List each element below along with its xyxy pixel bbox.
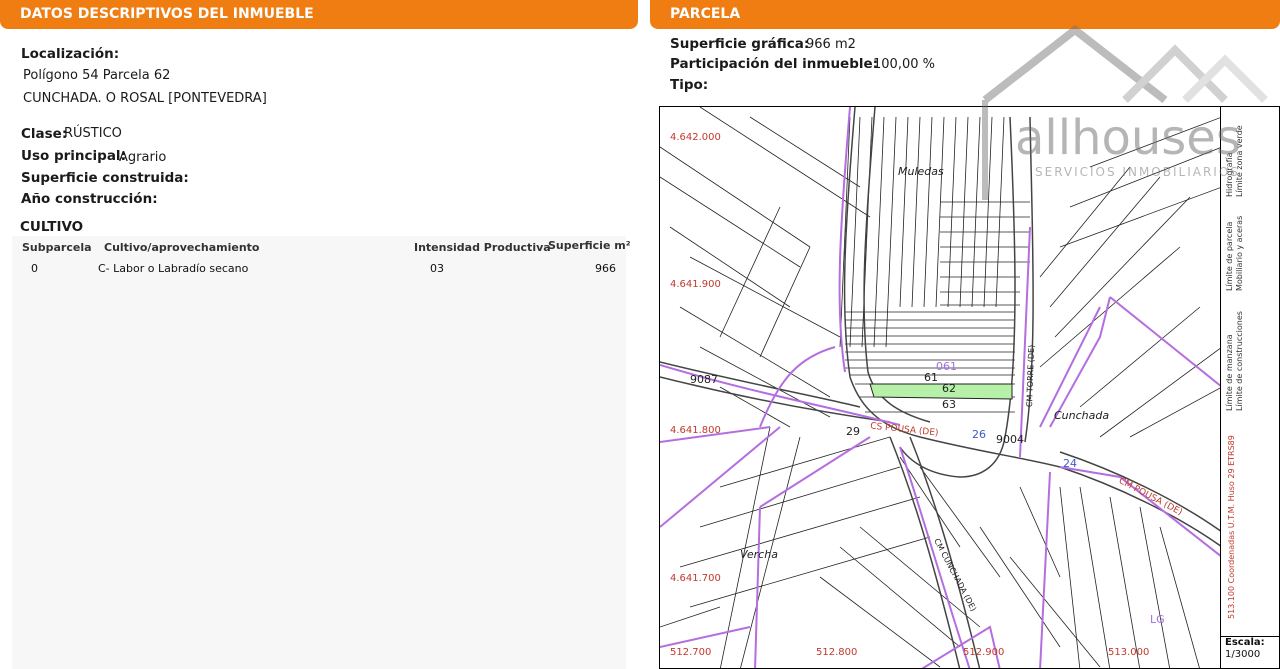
row0-superficie: 966	[595, 262, 616, 275]
localizacion-line1: Polígono 54 Parcela 62	[23, 68, 171, 83]
participacion-value: 100,00 %	[873, 57, 935, 72]
localizacion-label: Localización:	[21, 46, 120, 62]
legend-coord-system: 513.100 Coordenadas U.T.M. Huso 29 ETRS8…	[1227, 435, 1236, 619]
uso-principal-value: Agrario	[119, 150, 167, 165]
coord-y-2: 4.641.900	[670, 279, 721, 290]
parcel-24: 24	[1063, 457, 1077, 470]
descriptive-data-header: DATOS DESCRIPTIVOS DEL INMUEBLE	[0, 0, 638, 29]
cultivo-table	[12, 236, 626, 669]
cultivo-title: CULTIVO	[20, 219, 84, 235]
coord-y-3: 4.641.800	[670, 425, 721, 436]
map-legend: Hidrografía Límite zona verde Límite de …	[1221, 106, 1280, 669]
coord-x-1: 512.700	[670, 647, 712, 658]
parcel-29: 29	[846, 425, 860, 438]
participacion-label: Participación del inmueble:	[670, 56, 879, 72]
parcel-26: 26	[972, 428, 986, 441]
escala-box: Escala: 1/3000	[1221, 636, 1280, 669]
row0-subparcela: 0	[31, 262, 38, 275]
localizacion-line2: CUNCHADA. O ROSAL [PONTEVEDRA]	[23, 91, 267, 106]
clase-value: RÚSTICO	[64, 126, 122, 141]
escala-label: Escala:	[1225, 637, 1265, 648]
parcel-63: 63	[942, 398, 956, 411]
poly-label-061: 061	[936, 360, 957, 373]
coord-y-4: 4.641.700	[670, 573, 721, 584]
anio-construccion-label: Año construcción:	[21, 191, 158, 207]
col-cultivo: Cultivo/aprovechamiento	[104, 241, 260, 254]
coord-x-2: 512.800	[816, 647, 858, 658]
parcel-9087: 9087	[690, 373, 718, 386]
row0-intensidad: 03	[430, 262, 444, 275]
coord-y-1: 4.642.000	[670, 132, 721, 143]
parcel-9004: 9004	[996, 433, 1024, 446]
map-drawing	[660, 107, 1220, 668]
parcela-header: PARCELA	[650, 0, 1280, 29]
place-cunchada: Cunchada	[1054, 409, 1110, 422]
superficie-grafica-value: 966 m2	[806, 37, 856, 52]
cadastral-map[interactable]: 4.642.000 4.641.900 4.641.800 4.641.700 …	[659, 106, 1221, 669]
clase-label: Clase:	[21, 126, 68, 142]
escala-value: 1/3000	[1225, 649, 1261, 660]
place-vercha: Vercha	[740, 548, 778, 561]
place-muledas: Muledas	[898, 165, 944, 178]
uso-principal-label: Uso principal:	[21, 148, 126, 164]
col-subparcela: Subparcela	[22, 241, 92, 254]
col-intensidad: Intensidad Productiva	[414, 241, 551, 254]
legend-zona-verde: Límite zona verde	[1235, 125, 1244, 197]
col-superficie: Superficie m²	[548, 239, 631, 252]
poly-label-lg: LG	[1150, 613, 1165, 626]
row0-cultivo: C- Labor o Labradío secano	[98, 262, 249, 275]
coord-x-3: 512.900	[963, 647, 1005, 658]
coord-x-4: 513.000	[1108, 647, 1150, 658]
superficie-construida-label: Superficie construida:	[21, 170, 189, 186]
parcel-62-highlight	[869, 383, 1013, 400]
tipo-label: Tipo:	[670, 77, 709, 93]
superficie-grafica-label: Superficie gráfica:	[670, 36, 810, 52]
legend-hidrografia: Hidrografía	[1225, 152, 1234, 197]
parcel-62: 62	[942, 382, 956, 395]
legend-limite-construcciones: Límite de construcciones	[1235, 311, 1244, 411]
legend-limite-parcela: Límite de parcela	[1225, 221, 1234, 291]
legend-limite-manzana: Límite de manzana	[1225, 334, 1234, 411]
legend-mobiliario: Mobiliario y aceras	[1235, 215, 1244, 291]
